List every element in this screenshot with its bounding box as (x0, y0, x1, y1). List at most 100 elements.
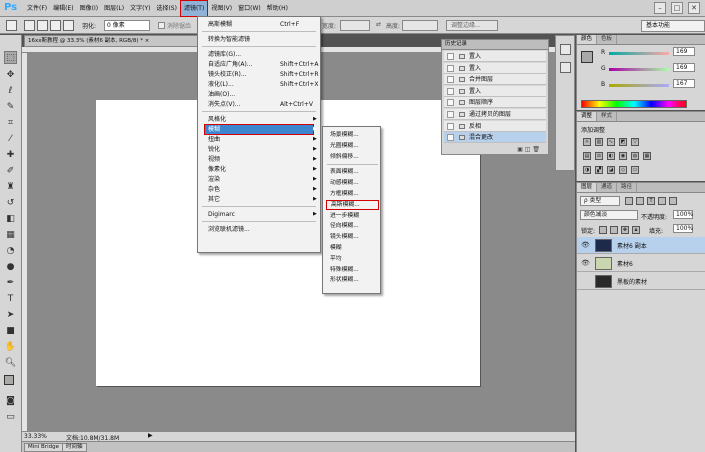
menu-item[interactable]: 窗口(W) (235, 0, 264, 17)
blur-menu-item[interactable]: 特殊模糊... (323, 265, 380, 275)
adjustment-filter-icon[interactable] (636, 197, 644, 205)
crop-tool-icon[interactable]: ⌗ (4, 117, 17, 130)
tab-mini-bridge[interactable]: Mini Bridge (24, 443, 63, 452)
tab-layers[interactable]: 图层 (577, 183, 598, 192)
history-source-checkbox[interactable] (447, 99, 454, 107)
blur-menu-item[interactable]: 光圈模糊... (323, 141, 380, 151)
intersect-selection-icon[interactable] (63, 20, 74, 31)
blur-menu-item[interactable]: 方框模糊... (323, 189, 380, 199)
menu-item[interactable]: 文件(F) (24, 0, 50, 17)
blur-menu-item[interactable]: 进一步模糊 (323, 211, 380, 221)
color-lookup-icon[interactable]: ▦ (643, 152, 651, 160)
tab-history[interactable]: 历史记录 (442, 40, 548, 50)
height-input[interactable] (402, 20, 438, 31)
photo-filter-icon[interactable]: ◉ (619, 152, 627, 160)
history-source-checkbox[interactable] (447, 87, 454, 95)
lock-pixels-icon[interactable] (610, 226, 618, 234)
history-item[interactable]: 图层顺序 (444, 97, 546, 109)
screen-mode-icon[interactable]: ▭ (4, 411, 17, 424)
lock-position-icon[interactable]: ✥ (621, 226, 629, 234)
blur-menu-item[interactable]: 动感模糊... (323, 178, 380, 188)
smart-filter-icon[interactable] (669, 197, 677, 205)
history-footer-icons[interactable]: ▣ ◫ 🗑︎ (444, 146, 546, 154)
filter-menu-item[interactable]: Digimarc ▶ (198, 209, 320, 220)
menu-item[interactable]: 图像(I) (77, 0, 101, 17)
gradient-map-icon[interactable]: ▭ (631, 166, 639, 174)
menu-item[interactable]: 滤镜(T) (179, 0, 209, 17)
maximize-button[interactable]: □ (671, 2, 683, 14)
close-button[interactable]: ✕ (688, 2, 700, 14)
move-tool-icon[interactable]: ✥ (4, 69, 17, 82)
hue-saturation-icon[interactable]: ▤ (583, 152, 591, 160)
blur-menu-item[interactable]: 径向模糊... (323, 221, 380, 231)
threshold-icon[interactable]: ◪ (607, 166, 615, 174)
invert-icon[interactable]: ◑ (583, 166, 591, 174)
green-slider[interactable] (609, 68, 669, 71)
status-arrow-icon[interactable]: ▶ (148, 432, 153, 439)
menu-item[interactable]: 图层(L) (101, 0, 127, 17)
opacity-input[interactable]: 100% (673, 210, 693, 219)
healing-brush-icon[interactable]: ✚ (4, 149, 17, 162)
minimize-button[interactable]: – (654, 2, 666, 14)
history-item[interactable]: 置入 (444, 51, 546, 62)
add-selection-icon[interactable] (37, 20, 48, 31)
zoom-tool-icon[interactable]: 🔍︎ (4, 357, 17, 370)
red-slider[interactable] (609, 52, 669, 55)
menu-item[interactable]: 编辑(E) (50, 0, 76, 17)
blue-slider[interactable] (609, 84, 669, 87)
brush-tool-icon[interactable]: ✐ (4, 165, 17, 178)
refine-edge-button[interactable]: 调整边缘... (446, 20, 498, 31)
blur-menu-item[interactable]: 平均 (323, 254, 380, 264)
selective-color-icon[interactable]: ◇ (619, 166, 627, 174)
exposure-icon[interactable]: ◩ (619, 138, 627, 146)
blend-mode-dropdown[interactable]: 颜色减淡 (580, 210, 638, 220)
blur-menu-item[interactable]: 模糊 (323, 243, 380, 253)
type-tool-icon[interactable]: T (4, 293, 17, 306)
tab-color[interactable]: 颜色 (577, 35, 598, 44)
history-source-checkbox[interactable] (447, 76, 454, 84)
lasso-tool-icon[interactable]: ℓ (4, 85, 17, 98)
tab-styles[interactable]: 样式 (597, 112, 618, 121)
blur-menu-item[interactable]: 形状模糊... (323, 275, 380, 285)
history-item[interactable]: 合并图层 (444, 74, 546, 86)
shape-filter-icon[interactable] (658, 197, 666, 205)
width-input[interactable] (340, 20, 370, 31)
layer-row[interactable]: 黑板的素材 (577, 273, 705, 290)
history-panel-icon[interactable] (560, 44, 571, 55)
history-item[interactable]: 混合更改 (444, 132, 546, 144)
filter-menu-item[interactable]: 高斯模糊 Ctrl+F (198, 19, 320, 30)
fill-input[interactable]: 100% (673, 224, 693, 233)
filter-menu-item[interactable]: 转换为智能滤镜 (198, 34, 320, 45)
color-balance-icon[interactable]: ⚖ (595, 152, 603, 160)
brightness-icon[interactable]: ☼ (583, 138, 591, 146)
curves-icon[interactable]: ∿ (607, 138, 615, 146)
history-item[interactable]: 通过拷贝的图层 (444, 109, 546, 120)
feather-input[interactable]: 0 像素 (104, 20, 150, 31)
zoom-level[interactable]: 33.33% (24, 433, 47, 440)
tab-channels[interactable]: 通道 (597, 183, 618, 192)
green-value[interactable]: 169 (673, 63, 695, 72)
eyedropper-icon[interactable]: ⁄ (4, 133, 17, 146)
visibility-eye-icon[interactable]: 👁︎ (581, 259, 590, 267)
foreground-color-swatch[interactable] (4, 375, 14, 385)
history-source-checkbox[interactable] (447, 64, 454, 72)
type-filter-icon[interactable]: T (647, 197, 655, 205)
history-source-checkbox[interactable] (447, 122, 454, 130)
quick-mask-icon[interactable]: ◙ (4, 395, 17, 408)
channel-mixer-icon[interactable]: ◍ (631, 152, 639, 160)
lock-transparency-icon[interactable] (599, 226, 607, 234)
blur-menu-item[interactable]: 镜头模糊... (323, 232, 380, 242)
tab-swatches[interactable]: 色板 (597, 35, 618, 44)
marquee-tool-icon[interactable]: ⬚ (4, 51, 17, 64)
workspace-dropdown[interactable]: 基本功能 (641, 20, 705, 32)
visibility-eye-icon[interactable]: 👁︎ (581, 241, 590, 249)
tab-adjustments[interactable]: 调整 (577, 112, 598, 121)
blur-menu-item[interactable]: 场景模糊... (323, 130, 380, 140)
pen-tool-icon[interactable]: ✒ (4, 277, 17, 290)
layer-filter-dropdown[interactable]: ρ 类型 (580, 196, 620, 206)
lock-all-icon[interactable]: 🔒︎ (632, 226, 640, 234)
posterize-icon[interactable]: ▞ (595, 166, 603, 174)
quick-select-icon[interactable]: ✎ (4, 101, 17, 114)
fg-color-chip[interactable] (581, 51, 593, 63)
tab-timeline[interactable]: 时间轴 (62, 443, 87, 452)
